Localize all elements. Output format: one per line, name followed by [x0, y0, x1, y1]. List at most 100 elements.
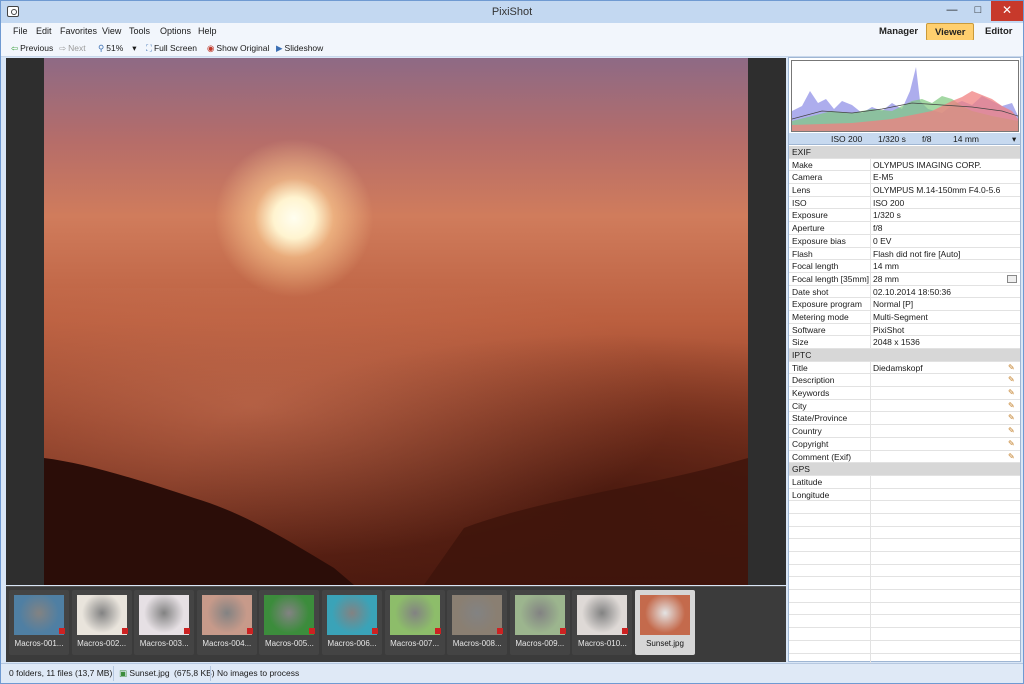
menu-tools[interactable]: Tools	[129, 26, 150, 36]
property-row[interactable]	[789, 501, 1020, 514]
zoom-dropdown[interactable]: ⚲ 51% ▾	[98, 43, 137, 54]
thumbnail-item[interactable]: Macros-002...	[71, 590, 132, 655]
status-bar: 0 folders, 11 files (13,7 MB) ▣ Sunset.j…	[1, 663, 1023, 683]
thumbnail-item[interactable]: Macros-006...	[322, 590, 382, 655]
thumbnail-item[interactable]: Macros-007...	[384, 590, 445, 655]
thumbnail-item[interactable]: Macros-004...	[196, 590, 257, 655]
property-row[interactable]: Software PixiShot	[789, 323, 1020, 337]
next-button[interactable]: ⇨ Next	[59, 43, 86, 54]
menu-edit[interactable]: Edit	[36, 26, 52, 36]
property-key: Exposure bias	[792, 235, 846, 246]
pencil-icon[interactable]: ✎	[1008, 388, 1015, 397]
property-row[interactable]: State/Province ✎	[789, 412, 1020, 426]
thumbnail-item[interactable]: Sunset.jpg	[635, 590, 695, 655]
property-row[interactable]	[789, 577, 1020, 591]
property-key: ISO	[792, 197, 807, 208]
title-bar[interactable]: PixiShot — □ ✕	[1, 1, 1023, 23]
thumbnail-item[interactable]: Macros-010...	[572, 590, 633, 655]
mode-viewer-button[interactable]: Viewer	[926, 23, 975, 41]
property-row[interactable]: Lens OLYMPUS M.14-150mm F4.0-5.6	[789, 184, 1020, 197]
menu-options[interactable]: Options	[160, 26, 191, 36]
property-row[interactable]	[789, 526, 1020, 540]
property-row[interactable]	[789, 602, 1020, 616]
status-badge	[497, 628, 504, 634]
property-row[interactable]: Focal length [35mm] 28 mm	[789, 272, 1020, 286]
property-row[interactable]: Exposure 1/320 s	[789, 209, 1020, 223]
thumbnail-image	[201, 595, 252, 635]
pencil-icon[interactable]: ✎	[1008, 413, 1015, 422]
property-row[interactable]: Make OLYMPUS IMAGING CORP.	[789, 158, 1020, 172]
minimize-button[interactable]: —	[939, 1, 965, 21]
camera-icon[interactable]	[7, 6, 19, 17]
property-value: E-M5	[873, 172, 894, 183]
status-badge	[372, 628, 378, 634]
property-key: Exposure program	[792, 299, 862, 310]
property-row[interactable]: Country ✎	[789, 425, 1020, 438]
thumbnail-item[interactable]: Macros-009...	[509, 590, 570, 655]
thumbnail-image	[264, 595, 315, 635]
fullscreen-button[interactable]: ⛶ Full Screen	[146, 43, 197, 54]
property-row[interactable]: Keywords ✎	[789, 387, 1020, 400]
thumbnail-item[interactable]: Macros-001...	[9, 590, 69, 655]
pencil-icon[interactable]: ✎	[1008, 375, 1015, 384]
thumbnail-item[interactable]: Macros-008...	[447, 590, 508, 655]
property-row[interactable]: Exposure program Normal [P]	[789, 298, 1020, 311]
property-row[interactable]: Aperture f/8	[789, 222, 1020, 235]
property-value: 02.10.2014 18:50:36	[873, 286, 951, 297]
property-row[interactable]: Title Diedamskopf ✎	[789, 361, 1020, 375]
thumbnail-item[interactable]: Macros-003...	[134, 590, 195, 655]
status-badge	[622, 628, 629, 634]
property-row[interactable]	[789, 513, 1020, 527]
property-row[interactable]: Focal length 14 mm	[789, 260, 1020, 273]
exif-summary-bar[interactable]: ISO 200 1/320 s f/8 14 mm ▾	[789, 133, 1020, 145]
maximize-button[interactable]: □	[965, 1, 991, 21]
property-row[interactable]: Camera E-M5	[789, 171, 1020, 185]
menu-favorites[interactable]: Favorites	[60, 26, 97, 36]
property-row[interactable]	[789, 628, 1020, 641]
property-row[interactable]	[789, 539, 1020, 552]
status-badge	[309, 628, 316, 634]
close-button[interactable]: ✕	[991, 1, 1023, 21]
pencil-icon[interactable]: ✎	[1008, 452, 1015, 461]
calculator-icon[interactable]	[1007, 274, 1017, 283]
previous-button[interactable]: ⇦ Previous	[11, 43, 53, 54]
menu-help[interactable]: Help	[198, 26, 217, 36]
property-row[interactable]: Date shot 02.10.2014 18:50:36	[789, 285, 1020, 299]
property-row[interactable]: ISO ISO 200	[789, 196, 1020, 210]
property-row[interactable]: Copyright ✎	[789, 437, 1020, 451]
property-row[interactable]: Longitude	[789, 488, 1020, 502]
property-key: Exposure	[792, 210, 828, 221]
property-row[interactable]	[789, 640, 1020, 654]
pencil-icon[interactable]: ✎	[1008, 363, 1015, 372]
status-badge	[246, 628, 253, 634]
image-viewer[interactable]	[6, 58, 786, 585]
mode-editor-button[interactable]: Editor	[977, 23, 1020, 41]
chevron-down-icon[interactable]: ▾	[1012, 134, 1016, 145]
slideshow-button[interactable]: ▶ Slideshow	[276, 43, 323, 54]
property-row[interactable]: Size 2048 x 1536	[789, 336, 1020, 349]
property-row[interactable]: City ✎	[789, 399, 1020, 413]
property-row[interactable]: Latitude	[789, 475, 1020, 489]
property-row[interactable]	[789, 615, 1020, 629]
property-value: 28 mm	[873, 273, 899, 284]
pencil-icon[interactable]: ✎	[1008, 401, 1015, 410]
sunset-photo[interactable]	[44, 58, 748, 585]
property-row[interactable]: Metering mode Multi-Segment	[789, 310, 1020, 324]
property-row[interactable]	[789, 564, 1020, 578]
pencil-icon[interactable]: ✎	[1008, 426, 1015, 435]
property-key: Longitude	[792, 489, 830, 500]
property-row[interactable]: Flash Flash did not fire [Auto]	[789, 247, 1020, 261]
menu-view[interactable]: View	[102, 26, 121, 36]
property-row[interactable]: Exposure bias 0 EV	[789, 234, 1020, 248]
thumbnail-item[interactable]: Macros-005...	[259, 590, 320, 655]
property-row[interactable]	[789, 552, 1020, 565]
mode-manager-button[interactable]: Manager	[871, 23, 926, 41]
arrow-right-icon: ⇨	[59, 43, 67, 53]
property-row[interactable]: Description ✎	[789, 374, 1020, 388]
pencil-icon[interactable]: ✎	[1008, 439, 1015, 448]
property-value: ISO 200	[873, 197, 905, 208]
property-row[interactable]	[789, 590, 1020, 603]
show-original-button[interactable]: ◉ Show Original	[207, 43, 269, 54]
property-row[interactable]: Comment (Exif) ✎	[789, 450, 1020, 464]
menu-file[interactable]: File	[13, 26, 28, 36]
